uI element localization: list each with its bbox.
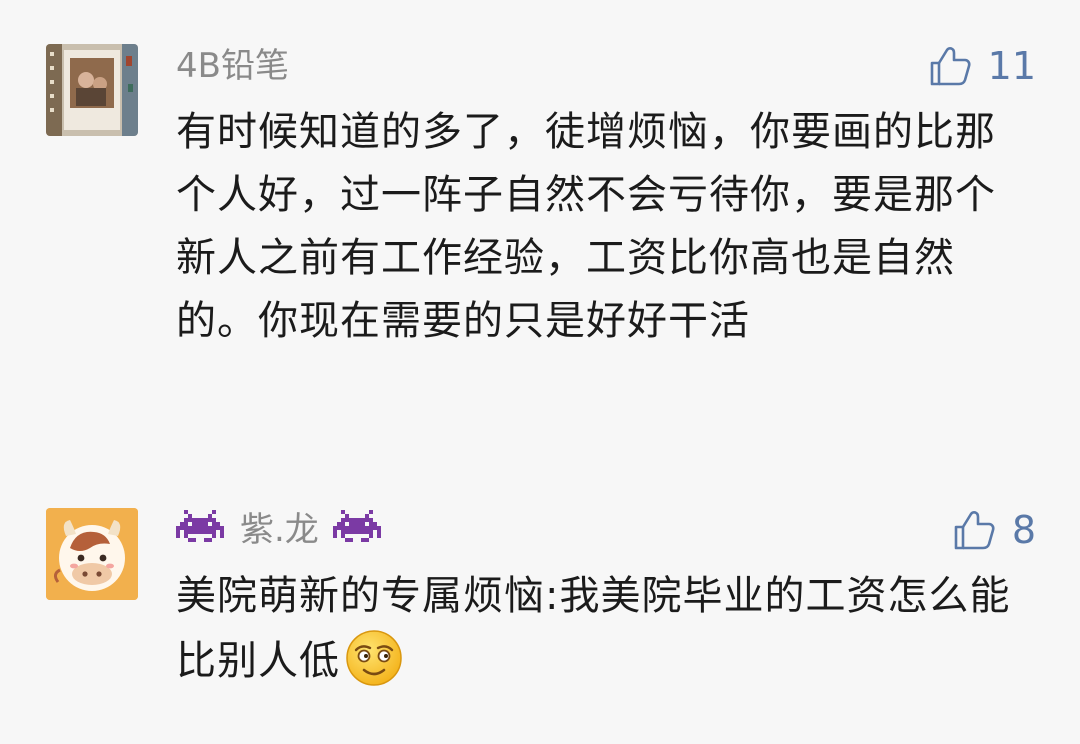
space-invader-emoji-icon	[176, 510, 224, 542]
like-button[interactable]: 11	[928, 44, 1036, 88]
nickname-text: 紫.龙	[240, 510, 319, 550]
space-invader-emoji-icon	[332, 510, 381, 542]
comment-text: 有时候知道的多了，徒增烦恼，你要画的比那个人好，过一阵子自然不会亏待你，要是那个…	[176, 109, 996, 344]
comment-text: 美院萌新的专属烦恼:我美院毕业的工资怎么能比别人低	[176, 565, 1036, 693]
cow-avatar-image	[46, 508, 138, 600]
avatar[interactable]	[46, 508, 138, 600]
nickname[interactable]: 紫.龙	[176, 508, 381, 552]
nickname[interactable]: 4B铅笔	[176, 44, 289, 88]
avatar[interactable]	[46, 44, 138, 136]
like-count: 11	[987, 44, 1036, 88]
thumbs-up-icon	[954, 511, 995, 550]
nickname-text: 4B铅笔	[176, 46, 289, 86]
comment-list: 4B铅笔 11 有时候知道的多了，徒增烦恼，你要画的比那个人好，过一阵子自然不会…	[0, 0, 1080, 744]
thumbs-up-icon	[930, 47, 971, 86]
comment-text-body: 美院萌新的专属烦恼:我美院毕业的工资怎么能比别人低	[176, 573, 1011, 684]
like-button[interactable]: 8	[952, 508, 1036, 552]
relieved-face-emoji-icon	[346, 630, 402, 686]
photo-avatar-image	[46, 44, 138, 136]
like-count: 8	[1011, 508, 1036, 552]
